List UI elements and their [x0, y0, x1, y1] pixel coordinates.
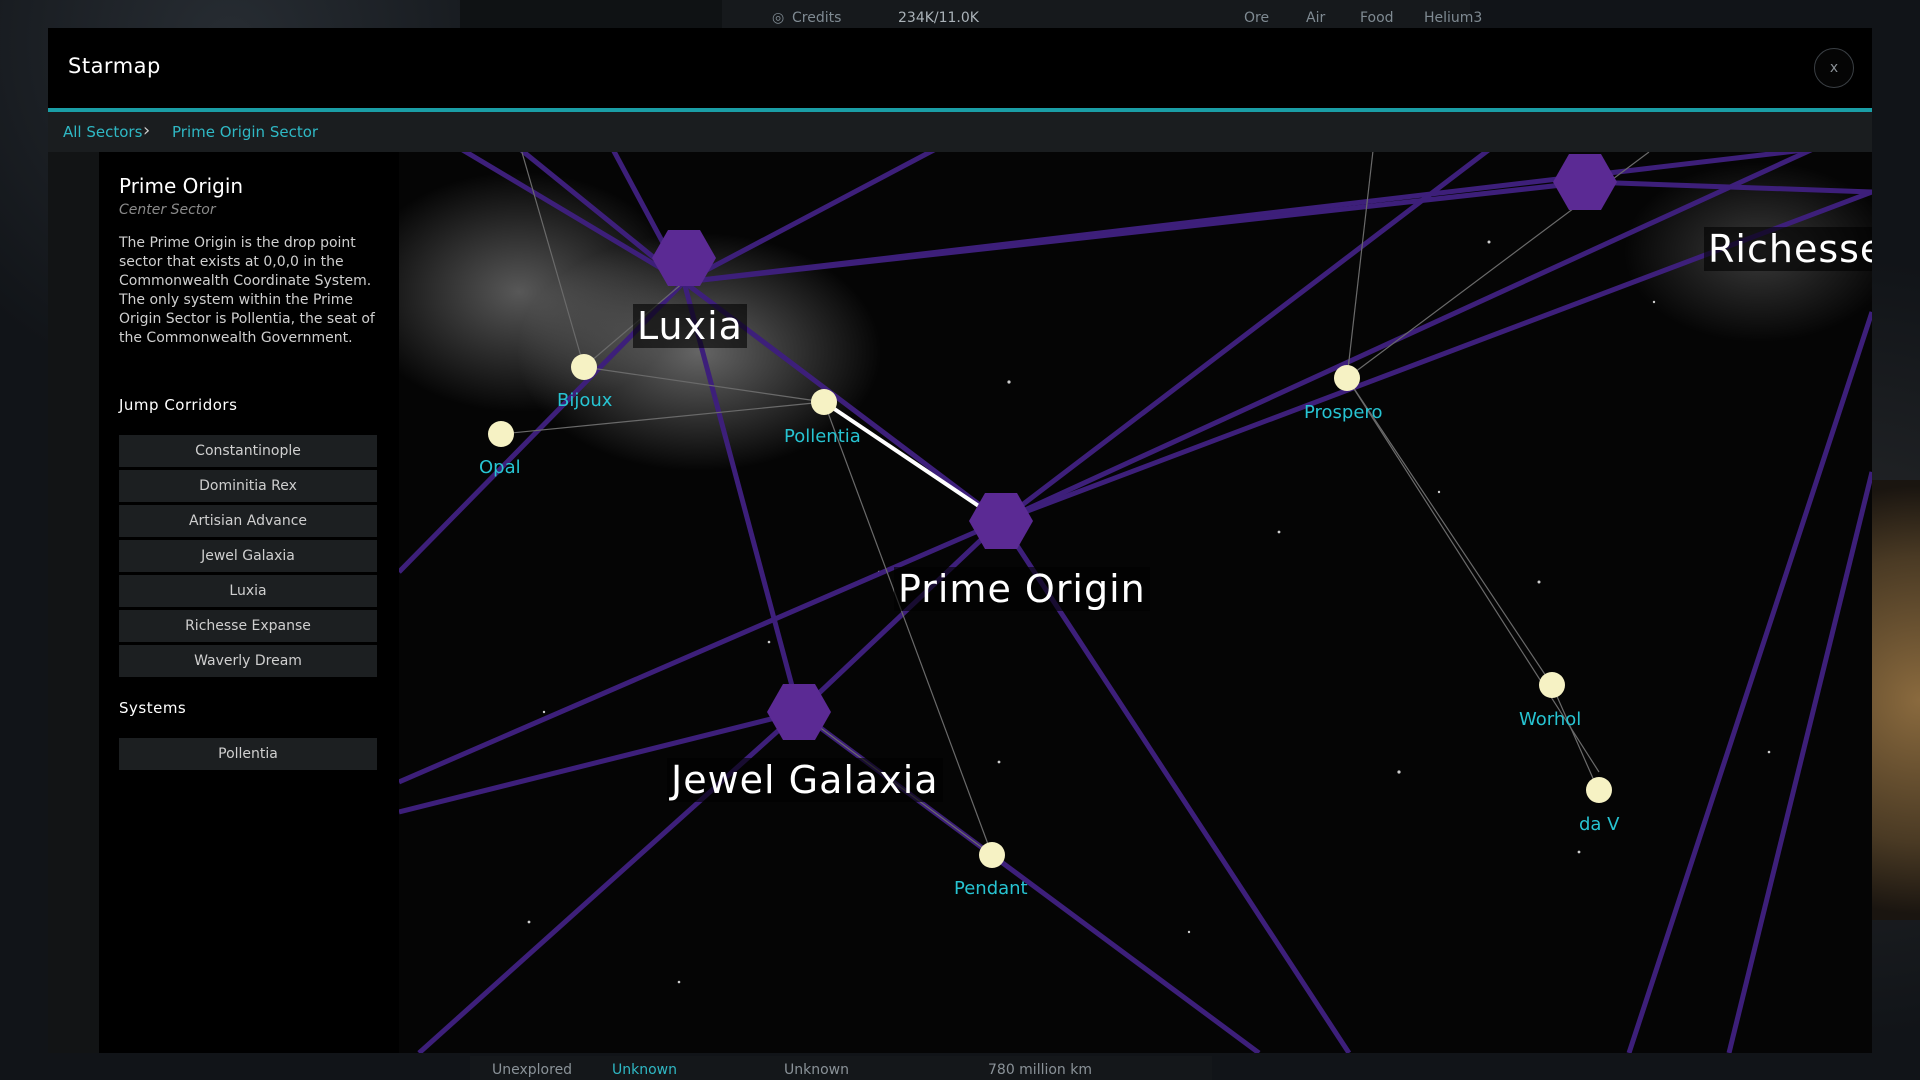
- breadcrumb: All Sectors › Prime Origin Sector: [48, 112, 1872, 152]
- corridor-button-jewel-galaxia[interactable]: Jewel Galaxia: [119, 540, 377, 572]
- system-label-prospero[interactable]: Prospero: [1304, 402, 1382, 423]
- system-button-pollentia[interactable]: Pollentia: [119, 738, 377, 770]
- system-star-prospero: [1334, 365, 1360, 391]
- credits-icon: ◎: [772, 10, 785, 26]
- system-star-da-v: [1586, 777, 1612, 803]
- corridor-button-waverly-dream[interactable]: Waverly Dream: [119, 645, 377, 677]
- info-distance: 780 million km: [988, 1062, 1093, 1078]
- starmap-view[interactable]: Luxia Prime Origin Jewel Galaxia Richess…: [399, 152, 1872, 1053]
- system-label-worhol[interactable]: Worhol: [1519, 709, 1581, 730]
- sector-label-richesse[interactable]: Richesse: [1704, 227, 1872, 271]
- system-label-da-v[interactable]: da V: [1579, 814, 1620, 835]
- sector-label-luxia[interactable]: Luxia: [633, 304, 747, 348]
- system-star-worhol: [1539, 672, 1565, 698]
- modal-title: Starmap: [68, 54, 161, 78]
- system-star-pendant: [979, 842, 1005, 868]
- resource-ore: Ore: [1244, 10, 1270, 26]
- resource-helium3: Helium3: [1424, 10, 1483, 26]
- resource-air: Air: [1306, 10, 1326, 26]
- breadcrumb-all-sectors[interactable]: All Sectors: [63, 123, 142, 141]
- system-label-pendant[interactable]: Pendant: [954, 878, 1028, 899]
- corridor-button-richesse-expanse[interactable]: Richesse Expanse: [119, 610, 377, 642]
- chevron-right-icon: ›: [143, 120, 151, 141]
- corridor-button-luxia[interactable]: Luxia: [119, 575, 377, 607]
- jump-corridors-heading: Jump Corridors: [119, 396, 238, 414]
- system-star-bijoux: [571, 354, 597, 380]
- corridor-button-dominitia-rex[interactable]: Dominitia Rex: [119, 470, 377, 502]
- resource-bar: ◎ Credits 234K/11.0K Ore Air Food Helium…: [460, 0, 1482, 28]
- resource-food: Food: [1360, 10, 1394, 26]
- system-label-bijoux[interactable]: Bijoux: [557, 390, 612, 411]
- sector-label-jewel-galaxia[interactable]: Jewel Galaxia: [667, 758, 943, 802]
- sector-hex-richesse: [1553, 154, 1617, 210]
- jump-corridor-list: Constantinople Dominitia Rex Artisian Ad…: [119, 435, 377, 680]
- sector-nodes: [652, 154, 1617, 740]
- breadcrumb-current-sector[interactable]: Prime Origin Sector: [172, 123, 318, 141]
- system-nodes: [488, 354, 1612, 868]
- corridor-button-constantinople[interactable]: Constantinople: [119, 435, 377, 467]
- system-label-pollentia[interactable]: Pollentia: [784, 426, 861, 447]
- sector-title: Prime Origin: [119, 174, 244, 198]
- system-list: Pollentia: [119, 738, 377, 773]
- info-owner: Unknown: [784, 1062, 849, 1078]
- sector-description: The Prime Origin is the drop point secto…: [119, 235, 375, 346]
- info-type: Unknown: [612, 1062, 677, 1078]
- system-label-opal[interactable]: Opal: [479, 457, 521, 478]
- selected-route-line: [822, 400, 1003, 523]
- info-bar: Unexplored Unknown Unknown 780 million k…: [470, 1056, 1212, 1080]
- credits-value: 234K/11.0K: [898, 10, 979, 26]
- close-button[interactable]: x: [1814, 48, 1854, 88]
- modal-header: Starmap x: [48, 28, 1872, 112]
- sector-subtitle: Center Sector: [119, 202, 216, 218]
- system-star-pollentia: [811, 389, 837, 415]
- starmap-modal: Starmap x All Sectors › Prime Origin Sec…: [48, 28, 1872, 1053]
- credits-label: Credits: [792, 10, 842, 26]
- sector-info-panel: Prime Origin Center Sector The Prime Ori…: [99, 152, 399, 1053]
- sector-label-prime-origin[interactable]: Prime Origin: [894, 567, 1150, 611]
- resource-bar-left: [460, 0, 722, 28]
- system-star-opal: [488, 421, 514, 447]
- systems-heading: Systems: [119, 699, 187, 717]
- corridor-button-artisian-advance[interactable]: Artisian Advance: [119, 505, 377, 537]
- info-status: Unexplored: [492, 1062, 573, 1078]
